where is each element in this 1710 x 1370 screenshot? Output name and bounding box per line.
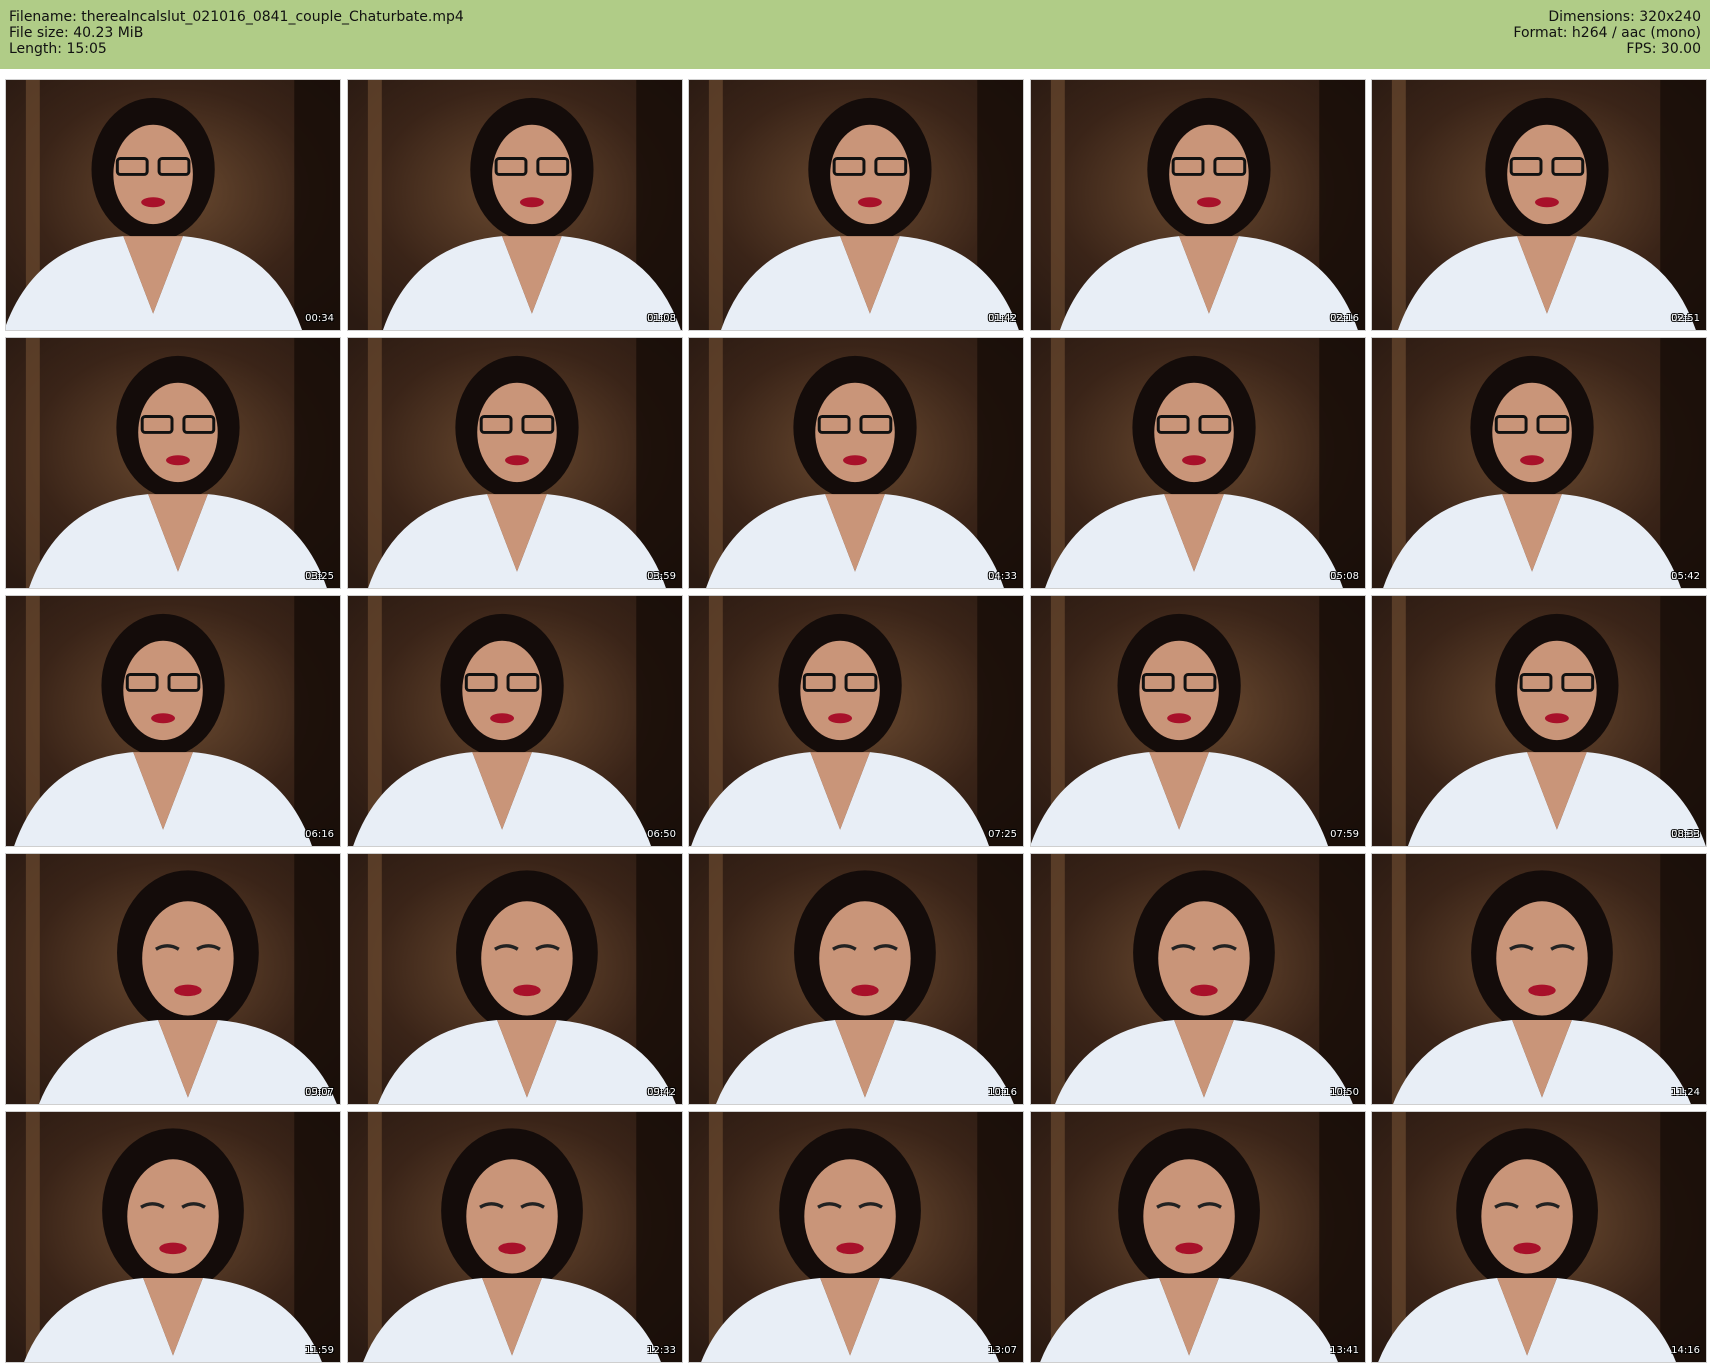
frame-image <box>689 854 1023 1104</box>
timestamp-label: 11:24 <box>1671 1087 1700 1098</box>
frame-image <box>6 338 340 588</box>
frame-image <box>689 596 1023 846</box>
length-text: Length: 15:05 <box>9 41 107 57</box>
timestamp-label: 09:07 <box>305 1087 334 1098</box>
video-thumbnail: 02:16 <box>1030 79 1366 331</box>
format-text: Format: h264 / aac (mono) <box>1513 25 1701 41</box>
timestamp-label: 00:34 <box>305 313 334 324</box>
frame-image <box>689 1112 1023 1362</box>
frame-image <box>1372 338 1706 588</box>
video-thumbnail: 00:34 <box>5 79 341 331</box>
frame-image <box>1372 80 1706 330</box>
timestamp-label: 10:50 <box>1330 1087 1359 1098</box>
timestamp-label: 13:07 <box>988 1345 1017 1356</box>
timestamp-label: 13:41 <box>1330 1345 1359 1356</box>
fps-text: FPS: 30.00 <box>1626 41 1701 57</box>
video-thumbnail: 13:41 <box>1030 1111 1366 1363</box>
filesize-text: File size: 40.23 MiB <box>9 25 144 41</box>
frame-image <box>1031 338 1365 588</box>
timestamp-label: 03:25 <box>305 571 334 582</box>
timestamp-label: 03:59 <box>647 571 676 582</box>
frame-image <box>1372 1112 1706 1362</box>
video-thumbnail: 06:50 <box>347 595 683 847</box>
timestamp-label: 12:33 <box>647 1345 676 1356</box>
video-thumbnail: 10:16 <box>688 853 1024 1105</box>
frame-image <box>689 80 1023 330</box>
frame-image <box>689 338 1023 588</box>
video-thumbnail: 02:51 <box>1371 79 1707 331</box>
stream-info: Dimensions: 320x240 Format: h264 / aac (… <box>1513 9 1701 57</box>
video-thumbnail: 06:16 <box>5 595 341 847</box>
frame-image <box>348 854 682 1104</box>
frame-image <box>1372 596 1706 846</box>
thumbnail-grid: 00:34 01:08 01:42 02:16 02:51 03:25 03:5… <box>0 77 1710 1367</box>
video-thumbnail: 09:07 <box>5 853 341 1105</box>
frame-image <box>6 854 340 1104</box>
timestamp-label: 05:42 <box>1671 571 1700 582</box>
video-thumbnail: 04:33 <box>688 337 1024 589</box>
video-thumbnail: 01:08 <box>347 79 683 331</box>
video-thumbnail: 13:07 <box>688 1111 1024 1363</box>
info-header: Filename: therealncalslut_021016_0841_co… <box>0 0 1710 69</box>
frame-image <box>348 80 682 330</box>
frame-image <box>348 1112 682 1362</box>
video-thumbnail: 14:16 <box>1371 1111 1707 1363</box>
frame-image <box>1031 80 1365 330</box>
video-thumbnail: 03:59 <box>347 337 683 589</box>
timestamp-label: 01:08 <box>647 313 676 324</box>
frame-image <box>6 596 340 846</box>
timestamp-label: 07:59 <box>1330 829 1359 840</box>
video-thumbnail: 01:42 <box>688 79 1024 331</box>
video-thumbnail: 12:33 <box>347 1111 683 1363</box>
video-thumbnail: 05:42 <box>1371 337 1707 589</box>
frame-image <box>1372 854 1706 1104</box>
frame-image <box>348 338 682 588</box>
frame-image <box>1031 1112 1365 1362</box>
frame-image <box>348 596 682 846</box>
frame-image <box>1031 854 1365 1104</box>
timestamp-label: 02:16 <box>1330 313 1359 324</box>
timestamp-label: 06:16 <box>305 829 334 840</box>
video-thumbnail: 09:42 <box>347 853 683 1105</box>
video-thumbnail: 05:08 <box>1030 337 1366 589</box>
timestamp-label: 01:42 <box>988 313 1017 324</box>
video-thumbnail: 11:59 <box>5 1111 341 1363</box>
timestamp-label: 02:51 <box>1671 313 1700 324</box>
timestamp-label: 14:16 <box>1671 1345 1700 1356</box>
frame-image <box>1031 596 1365 846</box>
timestamp-label: 07:25 <box>988 829 1017 840</box>
timestamp-label: 04:33 <box>988 571 1017 582</box>
frame-image <box>6 1112 340 1362</box>
video-thumbnail: 10:50 <box>1030 853 1366 1105</box>
timestamp-label: 10:16 <box>988 1087 1017 1098</box>
video-thumbnail: 11:24 <box>1371 853 1707 1105</box>
video-thumbnail: 08:33 <box>1371 595 1707 847</box>
timestamp-label: 05:08 <box>1330 571 1359 582</box>
frame-image <box>6 80 340 330</box>
timestamp-label: 06:50 <box>647 829 676 840</box>
video-thumbnail: 07:59 <box>1030 595 1366 847</box>
dimensions-text: Dimensions: 320x240 <box>1548 9 1701 25</box>
timestamp-label: 11:59 <box>305 1345 334 1356</box>
file-info: Filename: therealncalslut_021016_0841_co… <box>9 9 464 57</box>
video-thumbnail: 03:25 <box>5 337 341 589</box>
timestamp-label: 09:42 <box>647 1087 676 1098</box>
filename-text: Filename: therealncalslut_021016_0841_co… <box>9 9 464 25</box>
timestamp-label: 08:33 <box>1671 829 1700 840</box>
video-thumbnail: 07:25 <box>688 595 1024 847</box>
